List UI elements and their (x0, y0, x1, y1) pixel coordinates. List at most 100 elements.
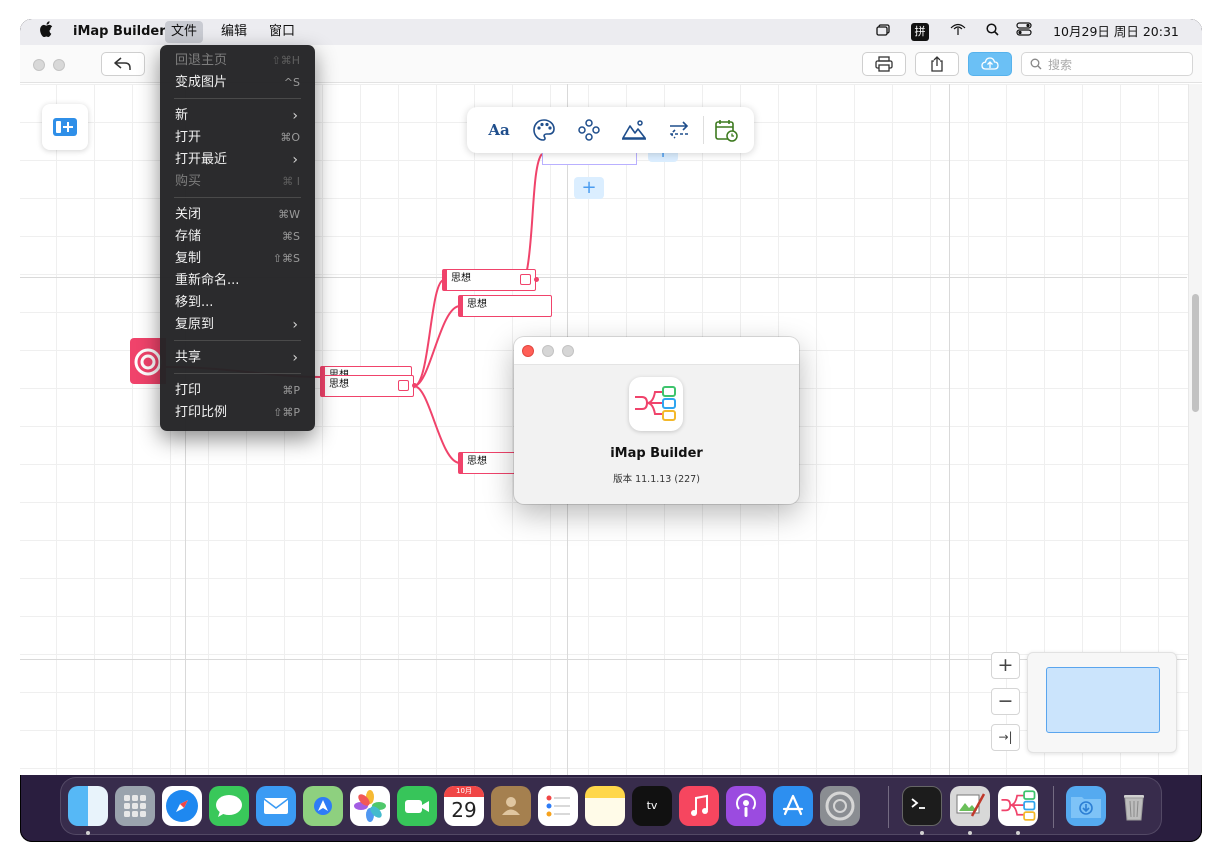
dock-notes-icon[interactable] (585, 786, 625, 826)
topic-node[interactable]: 思想 (442, 269, 539, 291)
dock-launchpad-icon[interactable] (115, 786, 155, 826)
menu-item-open[interactable]: 打开 ⌘O (166, 127, 309, 149)
minimap-viewport[interactable] (1046, 667, 1160, 733)
menu-edit[interactable]: 编辑 (221, 19, 247, 45)
zoom-in-button[interactable]: + (991, 652, 1020, 679)
topic-label: 思想 (329, 379, 349, 390)
dock-photos-icon[interactable] (350, 786, 390, 826)
menu-item-rename[interactable]: 重新命名... (166, 270, 309, 292)
menu-item-save[interactable]: 存储 ⌘S (166, 226, 309, 248)
running-indicator (968, 831, 972, 835)
back-icon (114, 57, 131, 70)
menu-item-share[interactable]: 共享 › (166, 347, 309, 369)
dock-music-icon[interactable] (679, 786, 719, 826)
image-button[interactable] (620, 116, 648, 144)
close-dialog-button[interactable] (522, 345, 534, 357)
dock-safari-icon[interactable] (162, 786, 202, 826)
add-child-button[interactable]: + (574, 177, 604, 199)
input-method-icon[interactable]: 拼 (911, 23, 929, 41)
topic-node-selected[interactable]: 思想 (320, 375, 417, 397)
app-logo-icon (629, 377, 683, 431)
dock-downloads-folder-icon[interactable] (1066, 786, 1106, 826)
dock-separator (888, 786, 889, 828)
print-button[interactable] (862, 52, 906, 76)
layout-button[interactable] (575, 116, 603, 144)
dock-tv-icon[interactable]: tv (632, 786, 672, 826)
dock-maps-icon[interactable] (303, 786, 343, 826)
apple-icon[interactable] (40, 19, 54, 45)
dock-image-editor-icon[interactable] (950, 786, 990, 826)
spotlight-icon[interactable] (982, 19, 1002, 45)
share-button[interactable] (915, 52, 959, 76)
connector-dot (412, 383, 417, 388)
menu-item-duplicate[interactable]: 复制 ⇧⌘S (166, 248, 309, 270)
menu-file[interactable]: 文件 (165, 21, 204, 43)
dock-mail-icon[interactable] (256, 786, 296, 826)
checkbox-icon[interactable] (398, 380, 409, 391)
palette-button[interactable] (530, 116, 558, 144)
control-center-icon[interactable] (1013, 19, 1035, 45)
dock-reminders-icon[interactable] (538, 786, 578, 826)
topic-label: 思想 (467, 456, 487, 467)
menu-separator (174, 98, 301, 99)
menu-item-print-scale[interactable]: 打印比例 ⇧⌘P (166, 402, 309, 424)
app-menu[interactable]: iMap Builder (73, 19, 166, 45)
dock-calendar-icon[interactable]: 10月 29 (444, 786, 484, 826)
airdrop-icon[interactable] (947, 19, 969, 45)
swap-icon (669, 121, 689, 139)
add-topic-button[interactable] (42, 104, 88, 150)
menu-separator (174, 340, 301, 341)
topic-node[interactable]: 思想 (458, 295, 552, 317)
swap-button[interactable] (665, 116, 693, 144)
menu-item-open-recent[interactable]: 打开最近 › (166, 149, 309, 171)
chevron-right-icon: › (292, 350, 298, 366)
target-icon (134, 348, 162, 376)
chevron-right-icon: › (292, 152, 298, 168)
text-style-button[interactable]: Aa (485, 116, 513, 144)
calendar-button[interactable] (712, 116, 740, 144)
menubar-clock[interactable]: 10月29日 周日 20:31 (1048, 19, 1184, 45)
vertical-scrollbar[interactable] (1188, 84, 1202, 775)
chevron-right-icon: › (292, 108, 298, 124)
menu-window[interactable]: 窗口 (269, 19, 295, 45)
file-menu-dropdown: 回退主页 ⇧⌘H 变成图片 ^S 新 › 打开 ⌘O 打开最近 › 购买 ⌘ I 关闭 ⌘W … (160, 45, 315, 431)
close-window-button[interactable] (33, 59, 45, 71)
layout-icon (578, 119, 600, 141)
dock-app-store-icon[interactable] (773, 786, 813, 826)
checkbox-icon[interactable] (520, 274, 531, 285)
minimize-dialog-button (542, 345, 554, 357)
window-icon[interactable] (873, 19, 893, 45)
menu-item-export-image[interactable]: 变成图片 ^S (166, 72, 309, 94)
menu-item-new[interactable]: 新 › (166, 105, 309, 127)
search-input[interactable] (1048, 56, 1188, 74)
back-button[interactable] (101, 52, 145, 76)
dock-imap-builder-icon[interactable] (998, 786, 1038, 826)
menu-item-revert-to[interactable]: 复原到 › (166, 314, 309, 336)
topic-label: 思想 (467, 299, 487, 310)
menu-item-print[interactable]: 打印 ⌘P (166, 380, 309, 402)
menu-separator (174, 373, 301, 374)
scroll-thumb[interactable] (1192, 294, 1199, 412)
minimap[interactable] (1027, 652, 1177, 753)
minimize-window-button[interactable] (53, 59, 65, 71)
cloud-upload-button[interactable] (968, 52, 1012, 76)
dock-trash-icon[interactable] (1114, 786, 1154, 826)
dock: 10月 29 tv (60, 777, 1162, 835)
menu-item-move-to[interactable]: 移到... (166, 292, 309, 314)
dock-finder-icon[interactable] (68, 786, 108, 826)
palette-icon (533, 119, 555, 141)
dock-system-settings-icon[interactable] (820, 786, 860, 826)
dock-facetime-icon[interactable] (397, 786, 437, 826)
search-field[interactable] (1021, 52, 1193, 76)
zoom-out-button[interactable]: − (991, 688, 1020, 715)
dock-messages-icon[interactable] (209, 786, 249, 826)
menu-separator (174, 197, 301, 198)
chevron-right-icon: › (292, 317, 298, 333)
dock-podcasts-icon[interactable] (726, 786, 766, 826)
dock-terminal-icon[interactable] (902, 786, 942, 826)
image-icon (622, 120, 646, 140)
fit-button[interactable]: →| (991, 724, 1020, 751)
about-dialog: iMap Builder 版本 11.1.13 (227) (514, 337, 799, 504)
dock-contacts-icon[interactable] (491, 786, 531, 826)
menu-item-close[interactable]: 关闭 ⌘W (166, 204, 309, 226)
